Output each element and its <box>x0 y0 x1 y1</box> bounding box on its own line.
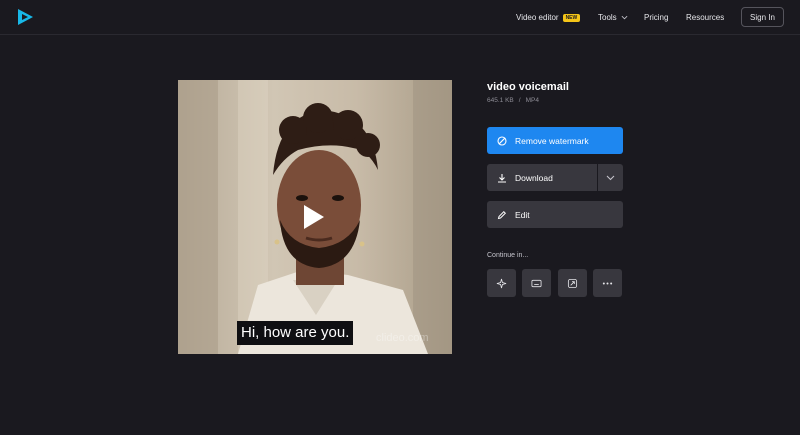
download-icon <box>498 173 506 183</box>
remove-watermark-label: Remove watermark <box>515 135 589 146</box>
nav-video-editor-label: Video editor <box>516 13 559 22</box>
subtitles-icon <box>531 279 542 287</box>
nav-resources[interactable]: Resources <box>686 0 724 35</box>
nav-pricing[interactable]: Pricing <box>644 0 668 35</box>
header: Video editor NEW Tools Pricing Resources… <box>0 0 800 35</box>
chevron-down-icon <box>621 15 628 20</box>
continue-in-label: Continue in... <box>487 252 529 259</box>
chevron-down-icon <box>606 175 615 180</box>
edit-button[interactable]: Edit <box>487 201 623 228</box>
video-subtitle: Hi, how are you. <box>237 321 354 345</box>
continue-tool-resize[interactable] <box>558 269 587 297</box>
video-watermark: clideo.com <box>376 332 429 344</box>
download-label: Download <box>515 172 553 183</box>
continue-tool-subtitles[interactable] <box>522 269 551 297</box>
more-icon <box>602 281 613 285</box>
sparkle-icon <box>496 278 507 288</box>
file-format: MP4 <box>525 97 539 104</box>
logo-icon[interactable] <box>15 7 35 27</box>
sign-in-button[interactable]: Sign In <box>741 7 784 27</box>
file-size: 645.1 KB <box>487 97 514 104</box>
remove-watermark-button[interactable]: Remove watermark <box>487 127 623 154</box>
continue-tool-more[interactable] <box>593 269 622 297</box>
download-options-button[interactable] <box>597 164 623 191</box>
file-title: video voicemail <box>487 81 569 93</box>
file-meta: 645.1 KB / MP4 <box>487 97 539 104</box>
nav-resources-label: Resources <box>686 13 725 22</box>
edit-label: Edit <box>515 209 530 220</box>
ban-icon <box>497 135 507 146</box>
nav-pricing-label: Pricing <box>644 13 669 22</box>
play-icon[interactable] <box>303 204 325 230</box>
new-badge: NEW <box>562 13 581 22</box>
nav-tools-label: Tools <box>598 13 617 22</box>
nav-video-editor[interactable]: Video editor NEW <box>516 0 581 35</box>
continue-tool-sparkle[interactable] <box>487 269 516 297</box>
meta-separator: / <box>518 97 521 104</box>
resize-icon <box>567 278 578 288</box>
pencil-icon <box>497 210 507 219</box>
nav-tools[interactable]: Tools <box>598 0 628 35</box>
